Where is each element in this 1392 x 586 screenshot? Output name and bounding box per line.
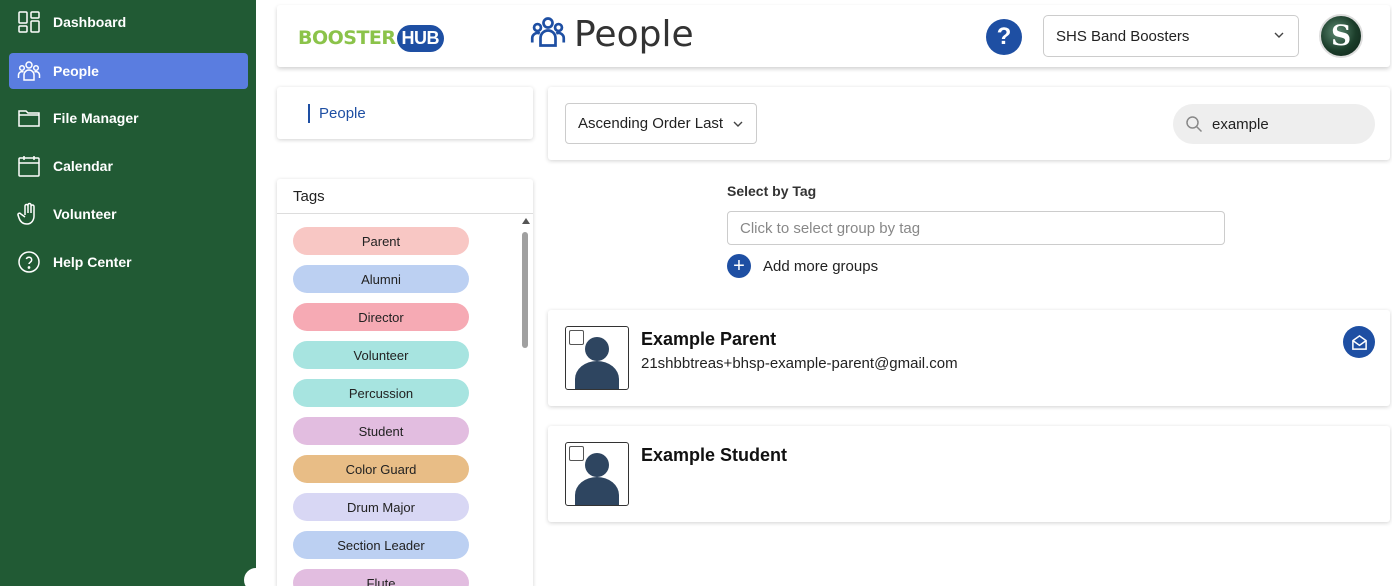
sidebar-item-label: Calendar (53, 158, 113, 174)
organization-select-value: SHS Band Boosters (1056, 27, 1190, 45)
add-more-groups-label: Add more groups (763, 257, 879, 275)
sidebar: Dashboard People File Manager Calendar V… (0, 0, 268, 586)
mail-icon (1351, 334, 1367, 350)
chevron-down-icon (733, 121, 743, 127)
logo-hub-text: HUB (396, 24, 445, 52)
tags-panel: Tags Parent Alumni Director Volunteer Percus… (277, 179, 533, 586)
boosterhub-logo[interactable]: BOOSTER HUB (298, 20, 445, 56)
sidebar-item-dashboard[interactable]: Dashboard (9, 4, 248, 40)
person-email: 21shbbtreas+bhsp-example-parent@gmail.co… (641, 355, 958, 372)
help-button[interactable]: ? (986, 19, 1022, 55)
search-icon (1186, 116, 1203, 133)
tags-title: Tags (293, 188, 325, 205)
breadcrumb-people[interactable]: People (308, 104, 366, 123)
person-name: Example Parent (641, 329, 777, 349)
scroll-up-arrow-icon[interactable] (522, 218, 530, 224)
tag-pill[interactable]: Color Guard (293, 455, 469, 483)
people-icon (530, 14, 566, 55)
dashboard-icon (16, 9, 42, 35)
tag-pill[interactable]: Alumni (293, 265, 469, 293)
tag-pill[interactable]: Parent (293, 227, 469, 255)
chevron-down-icon (1274, 32, 1284, 38)
people-icon (16, 58, 42, 84)
tag-pill[interactable]: Volunteer (293, 341, 469, 369)
sidebar-item-label: File Manager (53, 110, 139, 126)
tag-pill[interactable]: Drum Major (293, 493, 469, 521)
sort-order-select[interactable]: Ascending Order Last (565, 103, 757, 144)
add-more-groups-button[interactable]: + Add more groups (727, 254, 878, 278)
page-title: People (574, 14, 694, 55)
person-name: Example Student (641, 445, 788, 465)
search-box[interactable] (1173, 104, 1375, 144)
tag-pill[interactable]: Student (293, 417, 469, 445)
breadcrumb-card: People (277, 87, 533, 139)
tag-pill[interactable]: Section Leader (293, 531, 469, 559)
person-card[interactable]: Example Parent 21shbbtreas+bhsp-example-… (548, 310, 1390, 406)
person-select-checkbox[interactable] (569, 446, 584, 461)
send-email-button[interactable] (1343, 326, 1375, 358)
tag-pill[interactable]: Director (293, 303, 469, 331)
tags-scrollbar[interactable] (520, 218, 530, 586)
sort-order-value: Ascending Order Last (578, 115, 724, 132)
organization-select[interactable]: SHS Band Boosters (1043, 15, 1299, 57)
plus-icon: + (727, 254, 751, 278)
sidebar-item-people[interactable]: People (9, 53, 248, 89)
select-by-tag-label: Select by Tag (727, 183, 817, 199)
top-bar: BOOSTER HUB People ? SHS Band Boosters S (277, 5, 1390, 67)
calendar-icon (16, 153, 42, 179)
filter-bar: Ascending Order Last (548, 87, 1390, 160)
sidebar-item-calendar[interactable]: Calendar (9, 148, 248, 184)
select-by-tag-input[interactable] (727, 211, 1225, 245)
search-input[interactable] (1212, 113, 1362, 135)
sidebar-item-volunteer[interactable]: Volunteer (9, 196, 248, 232)
tag-pill[interactable]: Flute (293, 569, 469, 586)
divider (277, 213, 533, 214)
person-photo (565, 326, 629, 390)
person-select-checkbox[interactable] (569, 330, 584, 345)
person-photo (565, 442, 629, 506)
help-circle-icon (16, 249, 42, 275)
sidebar-item-file-manager[interactable]: File Manager (9, 100, 248, 136)
logo-booster-text: BOOSTER (298, 27, 396, 49)
sidebar-item-label: Dashboard (53, 14, 127, 30)
sidebar-item-label: Help Center (53, 254, 132, 270)
sidebar-item-help-center[interactable]: Help Center (9, 244, 248, 280)
person-card[interactable]: Example Student (548, 426, 1390, 522)
sidebar-item-label: People (53, 63, 99, 79)
page-heading: People (530, 14, 694, 55)
tag-pill[interactable]: Percussion (293, 379, 469, 407)
hand-icon (16, 201, 42, 227)
scroll-thumb[interactable] (522, 232, 528, 348)
folder-icon (16, 105, 42, 131)
avatar-logo-mark: S (1331, 19, 1352, 52)
user-avatar[interactable]: S (1319, 14, 1363, 58)
sidebar-item-label: Volunteer (53, 206, 117, 222)
